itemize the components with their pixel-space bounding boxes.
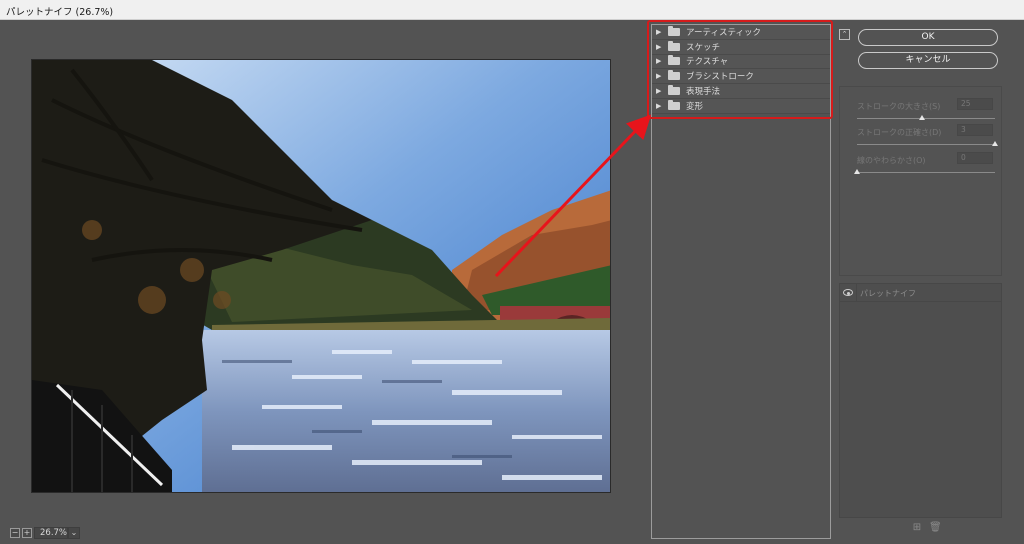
filter-category-brush-strokes[interactable]: ▶ ブラシストローク (652, 69, 830, 85)
softness-input[interactable]: 0 (957, 152, 993, 164)
expand-arrow-icon[interactable]: ▶ (656, 87, 665, 95)
zoom-in-button[interactable]: + (22, 528, 32, 538)
trash-icon[interactable]: 🗑 (929, 523, 942, 533)
filter-category-stylize[interactable]: ▶ 表現手法 (652, 84, 830, 99)
param-label: 線のやわらかさ(O) (857, 156, 926, 165)
collapse-gallery-icon[interactable]: ⌃ (839, 29, 850, 40)
category-label: ブラシストローク (686, 72, 754, 83)
chevron-down-icon[interactable]: ⌄ (68, 527, 80, 539)
category-label: 変形 (686, 101, 704, 112)
expand-arrow-icon[interactable]: ▶ (656, 28, 665, 36)
filter-category-artistic[interactable]: ▶ アーティスティック (652, 25, 830, 40)
filter-category-list: ▶ アーティスティック ▶ スケッチ ▶ テクスチャ ▶ ブラシストローク ▶ … (652, 25, 830, 114)
zoom-out-button[interactable]: − (10, 528, 20, 538)
expand-arrow-icon[interactable]: ▶ (656, 57, 665, 65)
title-bar: パレットナイフ (26.7%) (0, 0, 1024, 20)
ok-button[interactable]: OK (858, 29, 998, 46)
filter-category-distort[interactable]: ▶ 変形 (652, 98, 830, 114)
slider-track[interactable] (857, 118, 995, 119)
slider-track[interactable] (857, 172, 995, 173)
category-label: アーティスティック (686, 27, 761, 38)
stroke-detail-input[interactable]: 3 (957, 124, 993, 136)
param-label: ストロークの正確さ(D) (857, 128, 942, 137)
category-label: テクスチャ (686, 57, 729, 68)
slider-thumb[interactable] (854, 169, 860, 174)
folder-icon (668, 99, 680, 110)
expand-arrow-icon[interactable]: ▶ (656, 102, 665, 110)
cancel-button[interactable]: キャンセル (858, 52, 998, 69)
filter-category-texture[interactable]: ▶ テクスチャ (652, 54, 830, 70)
slider-track[interactable] (857, 144, 995, 145)
expand-arrow-icon[interactable]: ▶ (656, 43, 665, 51)
folder-icon (668, 55, 680, 66)
zoom-bar: − + 26.7% ⌄ (0, 524, 645, 544)
filter-category-sketch[interactable]: ▶ スケッチ (652, 39, 830, 55)
new-effect-layer-icon[interactable]: ⊞ (912, 523, 922, 533)
expand-arrow-icon[interactable]: ▶ (656, 72, 665, 80)
eye-icon[interactable] (843, 289, 853, 296)
zoom-level-field[interactable]: 26.7% (34, 527, 68, 539)
param-label: ストロークの大きさ(S) (857, 102, 941, 111)
effect-layers-panel: パレットナイフ (839, 283, 1002, 518)
folder-icon (668, 25, 680, 36)
slider-thumb[interactable] (992, 141, 998, 146)
divider (856, 284, 857, 302)
preview-image[interactable] (31, 59, 611, 493)
category-label: 表現手法 (686, 87, 721, 98)
folder-icon (668, 85, 680, 96)
category-label: スケッチ (686, 42, 721, 53)
stroke-size-input[interactable]: 25 (957, 98, 993, 110)
filter-settings-panel: ストロークの大きさ(S) 25 ストロークの正確さ(D) 3 線のやわらかさ(O… (839, 86, 1002, 276)
effect-layer-row[interactable]: パレットナイフ (840, 284, 1001, 302)
slider-thumb[interactable] (918, 115, 925, 120)
folder-icon (668, 70, 680, 81)
window-title: パレットナイフ (26.7%) (6, 7, 114, 18)
filter-gallery-panel: ▶ アーティスティック ▶ スケッチ ▶ テクスチャ ▶ ブラシストローク ▶ … (651, 24, 831, 539)
folder-icon (668, 40, 680, 51)
effect-layer-name: パレットナイフ (860, 289, 916, 298)
